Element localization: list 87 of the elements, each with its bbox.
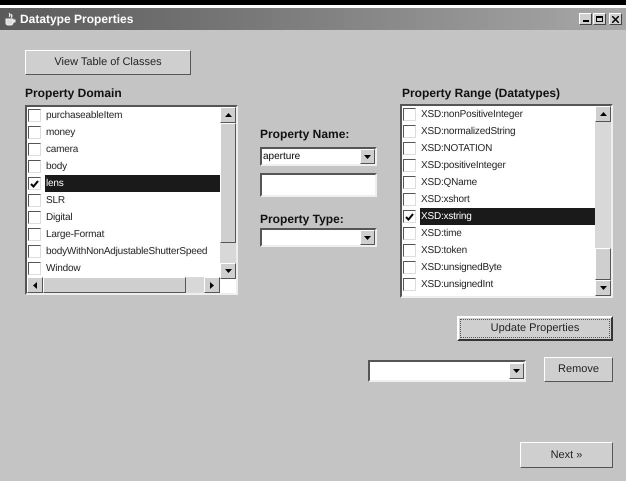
list-item[interactable]: body bbox=[45, 158, 220, 175]
scroll-thumb[interactable] bbox=[220, 123, 236, 243]
scroll-down-button[interactable] bbox=[220, 263, 236, 279]
list-item[interactable]: XSD:unsignedByte bbox=[420, 259, 595, 276]
checkbox[interactable] bbox=[28, 109, 41, 122]
checkbox[interactable] bbox=[403, 193, 416, 206]
checkbox[interactable] bbox=[28, 160, 41, 173]
up-arrow-icon bbox=[224, 113, 232, 117]
scroll-up-button[interactable] bbox=[220, 107, 236, 123]
left-arrow-icon bbox=[33, 282, 37, 288]
checkbox[interactable] bbox=[403, 159, 416, 172]
checkbox[interactable] bbox=[28, 245, 41, 258]
scroll-left-button[interactable] bbox=[27, 277, 43, 293]
update-properties-button[interactable]: Update Properties bbox=[457, 316, 613, 341]
list-item[interactable]: XSD:xstring bbox=[420, 208, 595, 225]
list-item[interactable]: money bbox=[45, 124, 220, 141]
checkbox[interactable] bbox=[28, 126, 41, 139]
checkbox[interactable] bbox=[403, 125, 416, 138]
checkbox[interactable] bbox=[403, 142, 416, 155]
horizontal-scrollbar[interactable] bbox=[27, 277, 220, 293]
vertical-scrollbar[interactable] bbox=[220, 107, 236, 279]
list-item[interactable]: XSD:token bbox=[420, 242, 595, 259]
checkbox[interactable] bbox=[28, 211, 41, 224]
checkbox[interactable] bbox=[28, 262, 41, 275]
up-arrow-icon bbox=[600, 112, 606, 116]
checkbox[interactable] bbox=[403, 176, 416, 189]
checkbox[interactable] bbox=[403, 261, 416, 274]
property-domain-list[interactable]: purchaseableItem money camera body lens SLR Digital Large-Format bodyWithNonAdjustableShutterSpeed Window bbox=[25, 105, 238, 295]
scroll-right-button[interactable] bbox=[204, 277, 220, 293]
property-type-label: Property Type: bbox=[260, 211, 344, 228]
remove-button[interactable]: Remove bbox=[544, 357, 613, 382]
list-item[interactable]: XSD:normalizedString bbox=[420, 123, 595, 140]
property-domain-label: Property Domain bbox=[25, 85, 122, 102]
next-button[interactable]: Next » bbox=[520, 442, 613, 468]
down-arrow-icon bbox=[364, 236, 371, 240]
list-item[interactable]: XSD:xshort bbox=[420, 191, 595, 208]
dropdown-button[interactable] bbox=[360, 149, 375, 164]
property-range-list[interactable]: XSD:nonPositiveInteger XSD:normalizedString XSD:NOTATION XSD:positiveInteger XSD:QName XSD:xshort XSD:xstring XSD:time XSD:token XSD:unsignedByte XSD:unsignedInt bbox=[400, 104, 613, 298]
checkbox[interactable] bbox=[28, 194, 41, 207]
list-item[interactable]: XSD:unsignedInt bbox=[420, 276, 595, 293]
maximize-button[interactable] bbox=[593, 13, 606, 25]
checkbox[interactable] bbox=[28, 228, 41, 241]
property-name-label: Property Name: bbox=[260, 126, 350, 143]
cup-icon bbox=[4, 12, 16, 26]
checkbox[interactable] bbox=[403, 278, 416, 291]
checkbox[interactable] bbox=[403, 244, 416, 257]
scroll-up-button[interactable] bbox=[595, 106, 611, 122]
scroll-thumb[interactable] bbox=[595, 248, 611, 280]
down-arrow-icon bbox=[224, 269, 232, 273]
list-item[interactable]: purchaseableItem bbox=[45, 107, 220, 124]
list-item[interactable]: camera bbox=[45, 141, 220, 158]
list-item[interactable]: lens bbox=[45, 175, 220, 192]
list-item[interactable]: Digital bbox=[45, 209, 220, 226]
list-item[interactable]: SLR bbox=[45, 192, 220, 209]
view-table-button[interactable]: View Table of Classes bbox=[25, 50, 191, 75]
window-title: Datatype Properties bbox=[20, 11, 134, 28]
down-arrow-icon bbox=[600, 286, 606, 290]
property-type-combo[interactable] bbox=[260, 228, 377, 247]
dropdown-button[interactable] bbox=[509, 363, 524, 379]
list-item[interactable]: XSD:time bbox=[420, 225, 595, 242]
list-item[interactable]: Large-Format bbox=[45, 226, 220, 243]
minimize-button[interactable] bbox=[579, 13, 592, 25]
list-item[interactable]: Window bbox=[45, 260, 220, 277]
list-item[interactable]: XSD:QName bbox=[420, 174, 595, 191]
checkbox[interactable] bbox=[403, 227, 416, 240]
checkbox[interactable] bbox=[28, 177, 41, 190]
down-arrow-icon bbox=[364, 154, 371, 158]
checkbox[interactable] bbox=[403, 108, 416, 121]
list-item[interactable]: XSD:positiveInteger bbox=[420, 157, 595, 174]
checkbox[interactable] bbox=[403, 210, 416, 223]
list-item[interactable]: XSD:nonPositiveInteger bbox=[420, 106, 595, 123]
dropdown-button[interactable] bbox=[360, 230, 375, 245]
scroll-thumb[interactable] bbox=[43, 277, 186, 293]
property-name-combo[interactable]: aperture bbox=[260, 147, 377, 166]
close-button[interactable] bbox=[609, 13, 622, 25]
property-range-label: Property Range (Datatypes) bbox=[402, 85, 560, 102]
close-icon bbox=[612, 16, 619, 22]
combo-box[interactable] bbox=[368, 360, 526, 382]
checkbox[interactable] bbox=[28, 143, 41, 156]
vertical-scrollbar[interactable] bbox=[595, 106, 611, 296]
list-item[interactable]: XSD:NOTATION bbox=[420, 140, 595, 157]
right-arrow-icon bbox=[210, 282, 214, 288]
text-field[interactable] bbox=[260, 173, 377, 197]
scroll-down-button[interactable] bbox=[595, 280, 611, 296]
down-arrow-icon bbox=[513, 369, 520, 373]
list-item[interactable]: bodyWithNonAdjustableShutterSpeed bbox=[45, 243, 220, 260]
combo-value: aperture bbox=[262, 150, 302, 164]
